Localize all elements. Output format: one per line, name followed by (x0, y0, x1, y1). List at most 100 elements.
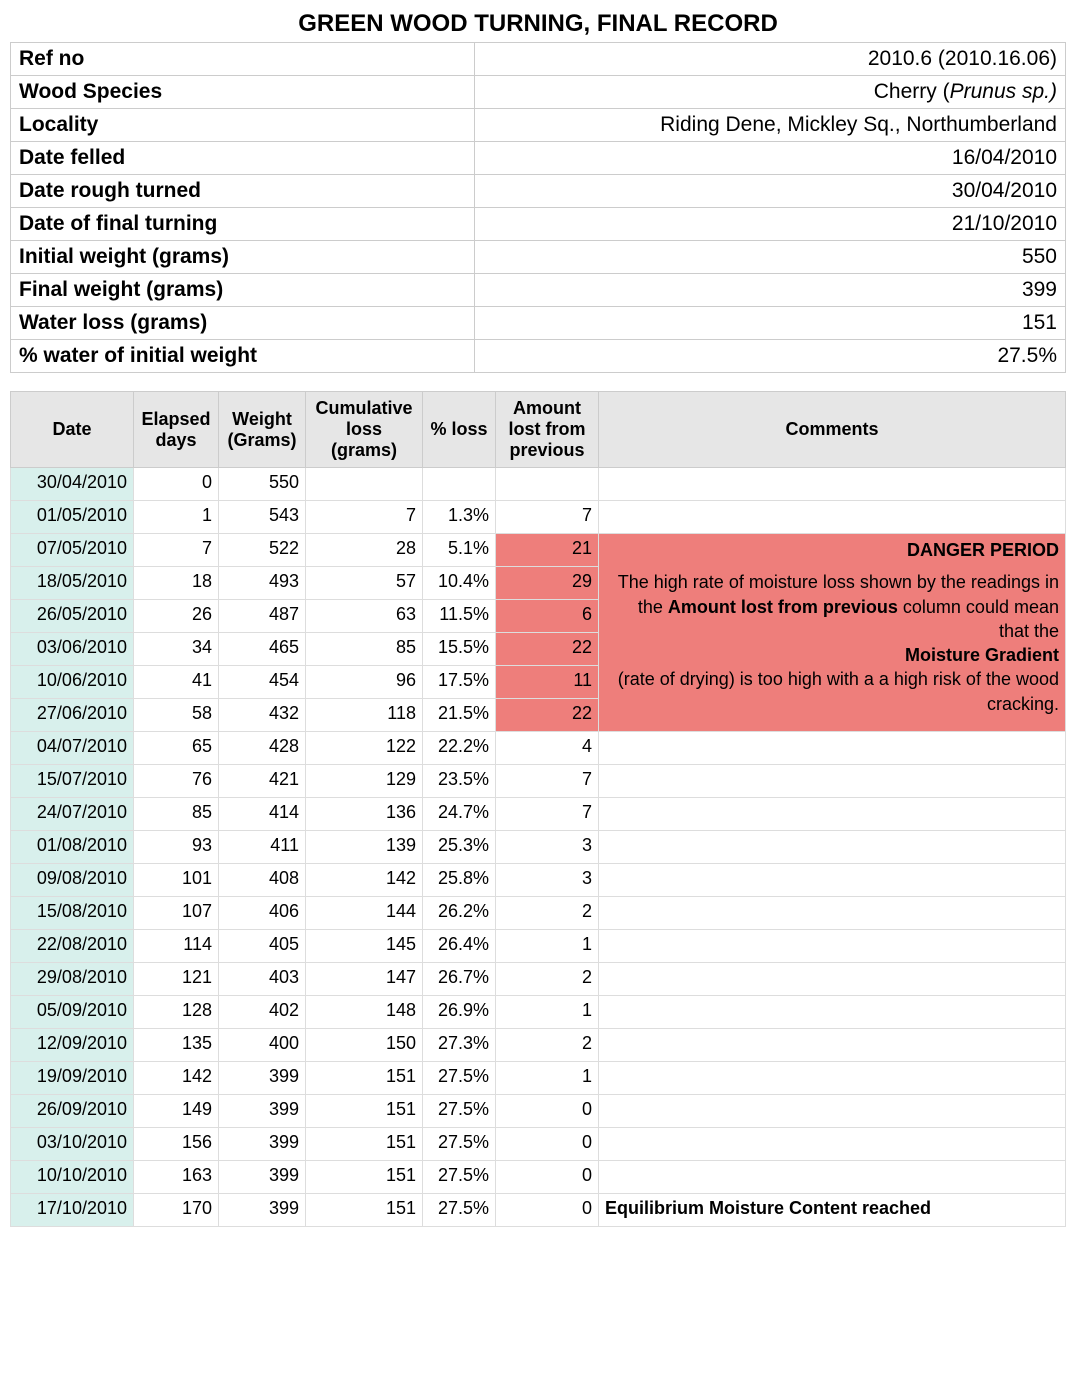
cell-amount: 2 (496, 897, 599, 930)
info-label: Ref no (11, 43, 475, 76)
cell-amount: 7 (496, 798, 599, 831)
cell-elapsed: 163 (134, 1161, 219, 1194)
cell-loss: 27.5% (423, 1095, 496, 1128)
cell-amount: 6 (496, 600, 599, 633)
info-value: 21/10/2010 (475, 208, 1066, 241)
cell-cumulative: 147 (306, 963, 423, 996)
info-label: Wood Species (11, 76, 475, 109)
info-row: LocalityRiding Dene, Mickley Sq., Northu… (11, 109, 1066, 142)
cell-elapsed: 85 (134, 798, 219, 831)
cell-weight: 411 (219, 831, 306, 864)
cell-elapsed: 26 (134, 600, 219, 633)
cell-amount: 22 (496, 633, 599, 666)
cell-date: 15/07/2010 (11, 765, 134, 798)
cell-date: 03/06/2010 (11, 633, 134, 666)
cell-comments (599, 897, 1066, 930)
cell-loss: 27.3% (423, 1029, 496, 1062)
info-row: Ref no2010.6 (2010.16.06) (11, 43, 1066, 76)
cell-weight: 493 (219, 567, 306, 600)
cell-weight: 399 (219, 1161, 306, 1194)
table-row: 24/07/20108541413624.7%7 (11, 798, 1066, 831)
cell-comments (599, 798, 1066, 831)
cell-amount: 1 (496, 1062, 599, 1095)
cell-elapsed: 76 (134, 765, 219, 798)
cell-cumulative: 151 (306, 1194, 423, 1227)
cell-date: 10/06/2010 (11, 666, 134, 699)
cell-elapsed: 135 (134, 1029, 219, 1062)
table-row: 09/08/201010140814225.8%3 (11, 864, 1066, 897)
info-row: Water loss (grams)151 (11, 307, 1066, 340)
cell-amount: 22 (496, 699, 599, 732)
cell-loss: 26.7% (423, 963, 496, 996)
info-table: Ref no2010.6 (2010.16.06)Wood SpeciesChe… (10, 42, 1066, 373)
cell-loss: 27.5% (423, 1128, 496, 1161)
info-value: 399 (475, 274, 1066, 307)
cell-loss: 5.1% (423, 534, 496, 567)
cell-cumulative: 142 (306, 864, 423, 897)
cell-date: 26/09/2010 (11, 1095, 134, 1128)
cell-elapsed: 41 (134, 666, 219, 699)
cell-weight: 465 (219, 633, 306, 666)
cell-elapsed: 1 (134, 501, 219, 534)
cell-date: 19/09/2010 (11, 1062, 134, 1095)
cell-elapsed: 34 (134, 633, 219, 666)
cell-elapsed: 7 (134, 534, 219, 567)
cell-elapsed: 142 (134, 1062, 219, 1095)
page-title: GREEN WOOD TURNING, FINAL RECORD (10, 10, 1066, 38)
cell-date: 05/09/2010 (11, 996, 134, 1029)
cell-cumulative: 28 (306, 534, 423, 567)
col-comments: Comments (599, 392, 1066, 468)
cell-loss: 10.4% (423, 567, 496, 600)
cell-weight: 522 (219, 534, 306, 567)
cell-comments (599, 1128, 1066, 1161)
cell-date: 07/05/2010 (11, 534, 134, 567)
cell-elapsed: 18 (134, 567, 219, 600)
col-loss: % loss (423, 392, 496, 468)
cell-loss: 26.2% (423, 897, 496, 930)
cell-cumulative: 139 (306, 831, 423, 864)
cell-cumulative: 85 (306, 633, 423, 666)
table-header-row: Date Elapsed days Weight (Grams) Cumulat… (11, 392, 1066, 468)
cell-comments (599, 864, 1066, 897)
cell-loss: 11.5% (423, 600, 496, 633)
table-row: 17/10/201017039915127.5%0Equilibrium Moi… (11, 1194, 1066, 1227)
cell-loss: 17.5% (423, 666, 496, 699)
cell-comments: Equilibrium Moisture Content reached (599, 1194, 1066, 1227)
cell-comments (599, 765, 1066, 798)
table-row: 26/09/201014939915127.5%0 (11, 1095, 1066, 1128)
cell-elapsed: 107 (134, 897, 219, 930)
cell-cumulative: 145 (306, 930, 423, 963)
table-row: 05/09/201012840214826.9%1 (11, 996, 1066, 1029)
info-value: 2010.6 (2010.16.06) (475, 43, 1066, 76)
cell-weight: 428 (219, 732, 306, 765)
cell-date: 09/08/2010 (11, 864, 134, 897)
cell-elapsed: 0 (134, 468, 219, 501)
danger-title: DANGER PERIOD (605, 538, 1059, 562)
cell-amount: 0 (496, 1128, 599, 1161)
cell-cumulative: 7 (306, 501, 423, 534)
cell-amount: 0 (496, 1194, 599, 1227)
info-label: Locality (11, 109, 475, 142)
cell-comments (599, 1161, 1066, 1194)
cell-date: 29/08/2010 (11, 963, 134, 996)
cell-date: 10/10/2010 (11, 1161, 134, 1194)
info-value: 30/04/2010 (475, 175, 1066, 208)
cell-amount: 7 (496, 501, 599, 534)
cell-cumulative: 151 (306, 1128, 423, 1161)
cell-elapsed: 114 (134, 930, 219, 963)
cell-amount: 11 (496, 666, 599, 699)
cell-amount: 21 (496, 534, 599, 567)
table-row: 07/05/20107522285.1%21DANGER PERIODThe h… (11, 534, 1066, 567)
cell-amount: 1 (496, 930, 599, 963)
cell-loss: 26.9% (423, 996, 496, 1029)
cell-comments (599, 732, 1066, 765)
cell-cumulative: 57 (306, 567, 423, 600)
cell-date: 18/05/2010 (11, 567, 134, 600)
cell-cumulative: 96 (306, 666, 423, 699)
cell-weight: 421 (219, 765, 306, 798)
info-value: 151 (475, 307, 1066, 340)
cell-cumulative: 118 (306, 699, 423, 732)
table-row: 30/04/20100550 (11, 468, 1066, 501)
col-elapsed: Elapsed days (134, 392, 219, 468)
cell-loss: 25.8% (423, 864, 496, 897)
